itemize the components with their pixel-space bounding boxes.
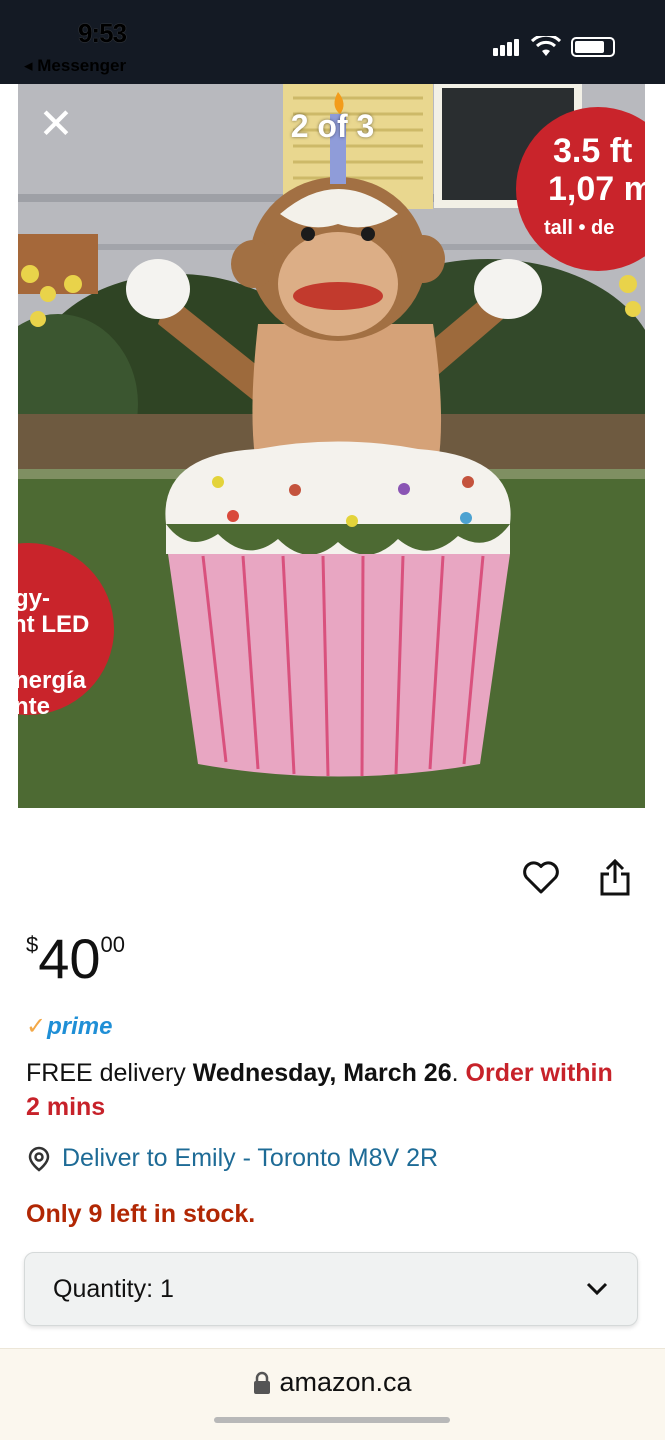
stock-status: Only 9 left in stock. (26, 1200, 256, 1228)
badge-right-line-3: tall • de (544, 217, 614, 239)
status-bar: 9:53 ◂ Messenger (0, 0, 665, 84)
badge-left-line-2: nt LED (18, 611, 89, 638)
prime-label: prime (47, 1013, 113, 1040)
delivery-sep: . (451, 1059, 466, 1087)
price-whole: 40 (38, 927, 101, 990)
image-viewer[interactable]: 3.5 ft 1,07 m tall • de gy- nt LED nergí… (0, 84, 665, 812)
price-fraction: 00 (100, 932, 126, 957)
badge-left-line-3: nergía (18, 667, 87, 694)
chevron-down-icon (586, 1282, 608, 1296)
wifi-icon (531, 36, 561, 56)
badge-left-line-1: gy- (18, 585, 50, 612)
status-time: 9:53 (78, 18, 127, 48)
url-bar[interactable]: amazon.ca (0, 1367, 665, 1398)
battery-icon (571, 37, 615, 57)
browser-bar: amazon.ca (0, 1348, 665, 1440)
product-photo[interactable]: 3.5 ft 1,07 m tall • de gy- nt LED nergí… (18, 84, 645, 808)
back-to-messenger[interactable]: ◂ Messenger (24, 56, 126, 76)
quantity-value: 1 (160, 1274, 174, 1303)
badge-left-line-4: nte (18, 693, 50, 720)
home-indicator[interactable] (214, 1417, 450, 1423)
quantity-display: Quantity: 1 (53, 1275, 174, 1304)
quantity-dropdown[interactable]: Quantity: 1 (24, 1252, 638, 1326)
prime-check-icon: ✓ (26, 1013, 47, 1040)
delivery-prefix: FREE delivery (26, 1059, 193, 1087)
share-icon[interactable] (595, 858, 635, 898)
deliver-to-text[interactable]: Deliver to Emily - Toronto M8V 2R (62, 1144, 438, 1173)
image-counter: 2 of 3 (290, 108, 375, 144)
heart-icon[interactable] (521, 858, 561, 898)
price-currency: $ (26, 932, 39, 957)
url-text: amazon.ca (279, 1367, 412, 1397)
signal-icon (493, 38, 521, 56)
location-pin-icon (28, 1146, 50, 1172)
product-price: $4000 (26, 926, 125, 991)
prime-badge: ✓prime (26, 1012, 112, 1041)
delivery-info: FREE delivery Wednesday, March 26. Order… (26, 1056, 626, 1124)
badge-right-line-2: 1,07 m (548, 170, 645, 208)
delivery-date: Wednesday, March 26 (192, 1059, 452, 1087)
quantity-label: Quantity: (53, 1274, 154, 1303)
product-actions (521, 858, 635, 898)
lock-icon (254, 1371, 271, 1394)
status-icons (493, 36, 615, 58)
deliver-to-link[interactable]: Deliver to Emily - Toronto M8V 2R (26, 1144, 438, 1173)
product-image-illustration: 3.5 ft 1,07 m tall • de gy- nt LED nergí… (18, 84, 645, 808)
